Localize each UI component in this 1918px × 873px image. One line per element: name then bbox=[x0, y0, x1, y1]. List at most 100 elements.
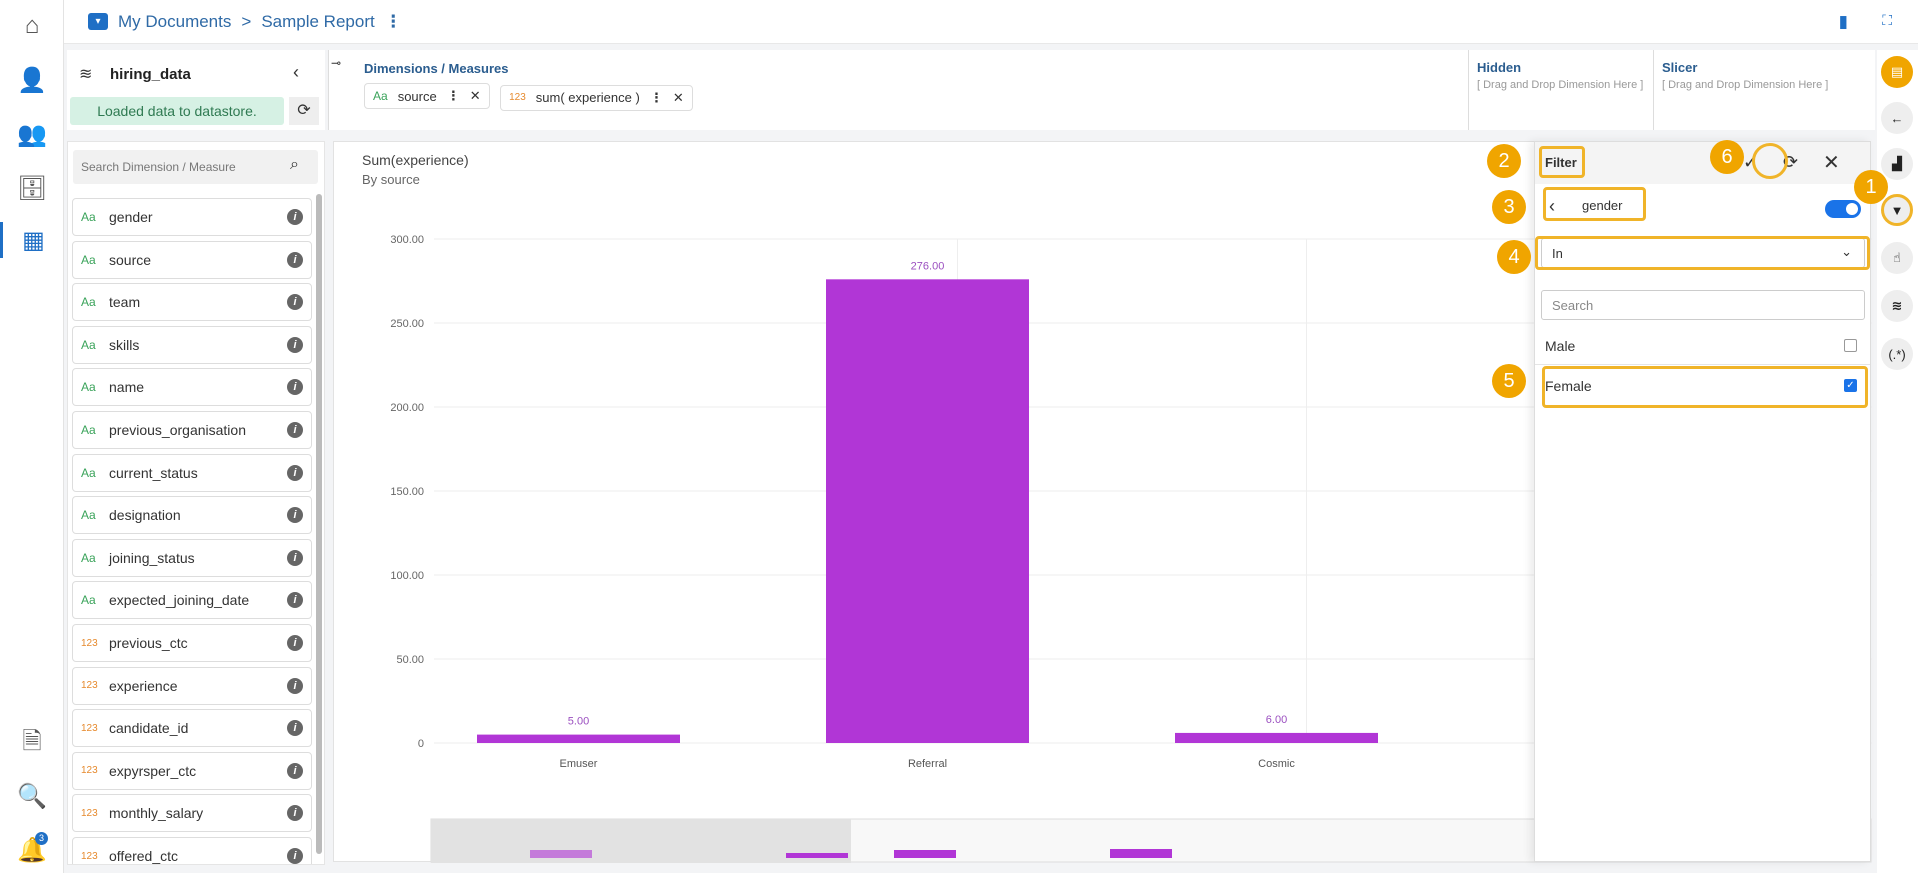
field-item[interactable]: Aa team i bbox=[72, 283, 312, 322]
text-type-icon: Aa bbox=[81, 423, 96, 437]
field-item[interactable]: 123 previous_ctc i bbox=[72, 624, 312, 662]
field-name: previous_ctc bbox=[109, 635, 188, 651]
field-item[interactable]: Aa gender i bbox=[72, 198, 312, 236]
report-icon[interactable]: ▤ bbox=[1881, 56, 1913, 88]
collapse-icon[interactable]: ‹ bbox=[293, 62, 299, 83]
field-item[interactable]: 123 candidate_id i bbox=[72, 709, 312, 748]
right-toolbar: ▤ ← ▟ ▼ ☝ ≋ (.*) bbox=[1877, 50, 1918, 873]
field-name: joining_status bbox=[109, 549, 195, 566]
field-list-panel: Search Dimension / Measure ⌕ Aa gender i Aa… bbox=[67, 141, 325, 865]
filter-enable-toggle[interactable] bbox=[1825, 200, 1861, 218]
info-icon[interactable]: i bbox=[287, 251, 303, 268]
info-icon[interactable]: i bbox=[287, 762, 303, 779]
refresh-button[interactable]: ⟳ bbox=[289, 97, 319, 125]
designer-icon[interactable]: ▦ bbox=[0, 222, 64, 258]
search-icon[interactable]: 🔍 bbox=[14, 778, 50, 814]
regex-icon[interactable]: (.*) bbox=[1881, 338, 1913, 370]
chip-row: Aa source ⋮ ✕ 123 sum( experience ) ⋮ ✕ bbox=[364, 83, 699, 111]
field-item[interactable]: 123 expyrsper_ctc i bbox=[72, 751, 312, 790]
number-type-icon: 123 bbox=[509, 92, 526, 103]
comment-icon[interactable]: ▮ bbox=[1839, 12, 1848, 32]
text-type-icon: Aa bbox=[81, 465, 96, 480]
text-type-icon: Aa bbox=[81, 593, 96, 608]
breadcrumb-report[interactable]: Sample Report bbox=[261, 12, 374, 32]
info-icon[interactable]: i bbox=[287, 635, 303, 651]
search-icon[interactable]: ⌕ bbox=[290, 156, 299, 174]
report-search-icon[interactable]: 🗎 bbox=[14, 726, 50, 762]
value-search-input[interactable]: Search bbox=[1541, 290, 1865, 320]
info-icon[interactable]: i bbox=[287, 720, 303, 737]
field-name: skills bbox=[109, 336, 140, 353]
info-icon[interactable]: i bbox=[287, 549, 303, 566]
users-icon[interactable]: 👥 bbox=[14, 116, 50, 152]
info-icon[interactable]: i bbox=[287, 294, 303, 311]
info-icon[interactable]: i bbox=[287, 422, 303, 438]
field-item[interactable]: Aa previous_organisation i bbox=[72, 411, 312, 449]
field-name: source bbox=[109, 251, 152, 268]
more-icon[interactable]: ⋮ bbox=[447, 88, 460, 104]
back-icon[interactable]: ← bbox=[1881, 102, 1913, 134]
close-icon[interactable]: ✕ bbox=[1823, 150, 1840, 175]
toggle-icon[interactable]: ⊸ bbox=[331, 56, 341, 70]
breadcrumb-separator: > bbox=[241, 11, 252, 31]
remove-icon[interactable]: ✕ bbox=[673, 90, 684, 106]
more-icon[interactable]: ⋮ bbox=[385, 12, 402, 32]
field-item[interactable]: 123 offered_ctc i bbox=[72, 837, 312, 864]
field-item[interactable]: Aa name i bbox=[72, 368, 312, 407]
remove-icon[interactable]: ✕ bbox=[470, 88, 481, 104]
field-item[interactable]: Aa joining_status i bbox=[72, 538, 312, 577]
more-icon[interactable]: ⋮ bbox=[650, 90, 663, 106]
pointer-icon[interactable]: ☝ bbox=[1881, 242, 1913, 274]
divider bbox=[1535, 364, 1870, 365]
bar bbox=[477, 734, 680, 743]
navigator-bar bbox=[530, 850, 592, 858]
x-tick-label: Cosmic bbox=[1258, 758, 1295, 770]
info-icon[interactable]: i bbox=[287, 848, 303, 864]
field-item[interactable]: Aa expected_joining_date i bbox=[72, 581, 312, 620]
info-icon[interactable]: i bbox=[287, 677, 303, 694]
field-search-input[interactable]: Search Dimension / Measure bbox=[73, 150, 318, 184]
filter-icon[interactable]: ▼ bbox=[1881, 194, 1913, 226]
info-icon[interactable]: i bbox=[287, 805, 303, 822]
option-male[interactable]: Male bbox=[1545, 338, 1861, 354]
number-type-icon: 123 bbox=[81, 807, 98, 819]
text-type-icon: Aa bbox=[81, 380, 96, 395]
data-label: 5.00 bbox=[568, 716, 589, 728]
info-icon[interactable]: i bbox=[287, 336, 303, 353]
x-tick-label: Referral bbox=[908, 758, 947, 770]
field-item[interactable]: 123 monthly_salary i bbox=[72, 794, 312, 833]
dimension-chip[interactable]: Aa source ⋮ ✕ bbox=[364, 83, 490, 109]
highlight-filter-title bbox=[1539, 146, 1585, 178]
info-icon[interactable]: i bbox=[287, 379, 303, 396]
hidden-dropzone[interactable]: Hidden [ Drag and Drop Dimension Here ] bbox=[1468, 50, 1653, 130]
y-tick-label: 300.00 bbox=[390, 234, 424, 246]
y-tick-label: 50.00 bbox=[396, 654, 424, 666]
field-item[interactable]: Aa source i bbox=[72, 240, 312, 279]
field-item[interactable]: Aa current_status i bbox=[72, 453, 312, 492]
database-icon[interactable]: 🗄 bbox=[14, 170, 50, 206]
dataset-name: hiring_data bbox=[110, 66, 191, 83]
info-icon[interactable]: i bbox=[287, 592, 303, 609]
field-item[interactable]: Aa designation i bbox=[72, 496, 312, 535]
field-item[interactable]: Aa skills i bbox=[72, 325, 312, 364]
fullscreen-icon[interactable]: ⛶ bbox=[1882, 12, 1892, 29]
info-icon[interactable]: i bbox=[287, 209, 303, 225]
breadcrumb-folder[interactable]: My Documents bbox=[118, 12, 231, 32]
text-type-icon: Aa bbox=[81, 508, 96, 523]
measure-chip[interactable]: 123 sum( experience ) ⋮ ✕ bbox=[500, 84, 693, 111]
status-message: Loaded data to datastore. bbox=[70, 97, 284, 125]
checkbox[interactable] bbox=[1844, 339, 1857, 352]
folder-icon[interactable]: ▾ bbox=[88, 13, 108, 30]
field-name: name bbox=[109, 379, 145, 396]
info-icon[interactable]: i bbox=[287, 507, 303, 524]
bar-chart-icon[interactable]: ▟ bbox=[1881, 148, 1913, 180]
scrollbar[interactable] bbox=[316, 194, 322, 854]
info-icon[interactable]: i bbox=[287, 464, 303, 481]
bell-icon[interactable]: 🔔 3 bbox=[14, 832, 50, 868]
field-item[interactable]: 123 experience i bbox=[72, 666, 312, 705]
home-icon[interactable]: ⌂ bbox=[14, 8, 50, 44]
number-type-icon: 123 bbox=[81, 680, 98, 692]
user-settings-icon[interactable]: 👤 bbox=[14, 62, 50, 98]
database-icon[interactable]: ≋ bbox=[1881, 290, 1913, 322]
slicer-dropzone[interactable]: Slicer [ Drag and Drop Dimension Here ] bbox=[1653, 50, 1875, 130]
